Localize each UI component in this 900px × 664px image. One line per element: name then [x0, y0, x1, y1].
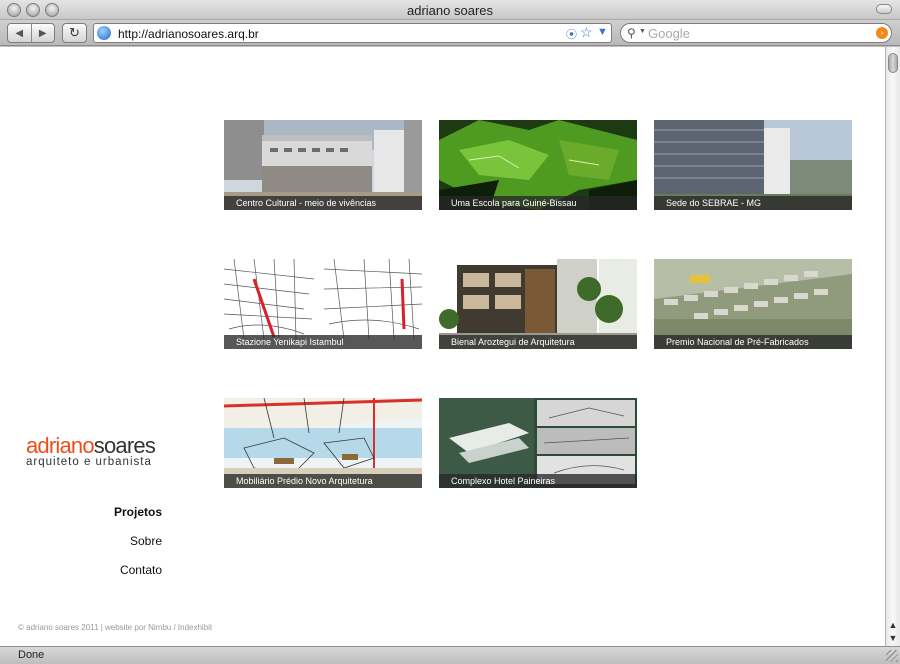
menu-item-contato[interactable]: Contato	[60, 563, 162, 577]
search-icon: ⚲	[627, 26, 636, 40]
project-tile-mobiliario-predio[interactable]: Mobiliário Prédio Novo Arquitetura	[224, 398, 422, 488]
reload-icon: ↻	[69, 25, 80, 40]
search-go-icon[interactable]: ›	[876, 27, 888, 39]
search-field[interactable]: ⚲ ▼ Google ›	[620, 23, 892, 43]
project-tile-premio-pre-fabricados[interactable]: Premio Nacional de Pré-Fabricados	[654, 259, 852, 349]
project-caption: Centro Cultural - meio de vivências	[224, 196, 422, 210]
menu-item-sobre[interactable]: Sobre	[60, 534, 162, 548]
project-caption: Mobiliário Prédio Novo Arquitetura	[224, 474, 422, 488]
project-caption: Premio Nacional de Pré-Fabricados	[654, 335, 852, 349]
forward-arrow-icon: ▶	[38, 27, 47, 39]
reload-button[interactable]: ↻	[62, 23, 87, 43]
scroll-down-arrow-icon[interactable]: ▼	[887, 632, 899, 645]
history-dropdown-icon[interactable]: ▼	[597, 26, 608, 38]
logo-subtitle: arquiteto e urbanista	[26, 456, 152, 468]
url-text[interactable]: http://adrianosoares.arq.br	[118, 27, 259, 41]
back-arrow-icon: ◀	[15, 27, 24, 39]
bookmark-star-icon[interactable]: ☆	[580, 24, 593, 41]
project-caption: Complexo Hotel Paineiras	[439, 474, 637, 488]
title-bar: adriano soares	[0, 0, 900, 20]
scroll-up-arrow-icon[interactable]: ▲	[887, 619, 899, 632]
project-tile-bienal-aroztegui[interactable]: Bienal Aroztegui de Arquitetura	[439, 259, 637, 349]
status-text: Done	[18, 649, 45, 661]
project-caption: Bienal Aroztegui de Arquitetura	[439, 335, 637, 349]
logo-last-name: soares	[93, 433, 156, 458]
nav-buttons: ◀ ▶	[7, 23, 55, 43]
project-tile-stazione-yenikapi[interactable]: Stazione Yenikapi Istambul	[224, 259, 422, 349]
logo-first-name: adriano	[26, 433, 95, 458]
menu-item-projetos[interactable]: Projetos	[60, 505, 162, 519]
back-button[interactable]: ◀	[8, 24, 31, 42]
project-tile-escola-guine-bissau[interactable]: Uma Escola para Guiné-Bissau	[439, 120, 637, 210]
status-bar: Done	[0, 646, 900, 664]
site-globe-icon	[97, 26, 111, 40]
vertical-scrollbar[interactable]: ▲ ▼	[885, 47, 900, 646]
project-tile-sede-sebrae[interactable]: Sede do SEBRAE - MG	[654, 120, 852, 210]
project-caption: Stazione Yenikapi Istambul	[224, 335, 422, 349]
project-caption: Uma Escola para Guiné-Bissau	[439, 196, 637, 210]
site-logo[interactable]: adrianosoares arquiteto e urbanista	[26, 433, 156, 468]
toolbar: ◀ ▶ ↻ http://adrianosoares.arq.br ⦿ ☆ ▼ …	[0, 20, 900, 46]
window-title: adriano soares	[407, 3, 493, 18]
rss-icon[interactable]: ⦿	[566, 26, 577, 42]
footer-credits: © adriano soares 2011 | website por Nimb…	[18, 623, 213, 632]
project-tile-centro-cultural[interactable]: Centro Cultural - meio de vivências	[224, 120, 422, 210]
page-content: Centro Cultural - meio de vivências Uma …	[0, 47, 885, 646]
address-bar[interactable]: http://adrianosoares.arq.br ⦿ ☆ ▼	[93, 23, 612, 43]
browser-window: adriano soares ◀ ▶ ↻ http://adrianosoare…	[0, 0, 900, 664]
forward-button[interactable]: ▶	[30, 24, 55, 42]
project-caption: Sede do SEBRAE - MG	[654, 196, 852, 210]
toolbar-toggle-button[interactable]	[876, 4, 892, 14]
resize-grip-icon[interactable]	[886, 650, 898, 662]
search-placeholder[interactable]: Google	[648, 26, 690, 41]
project-tile-complexo-hotel-paineiras[interactable]: Complexo Hotel Paineiras	[439, 398, 637, 488]
search-engine-dropdown-icon[interactable]: ▼	[639, 28, 646, 35]
scrollbar-thumb[interactable]	[888, 53, 898, 73]
